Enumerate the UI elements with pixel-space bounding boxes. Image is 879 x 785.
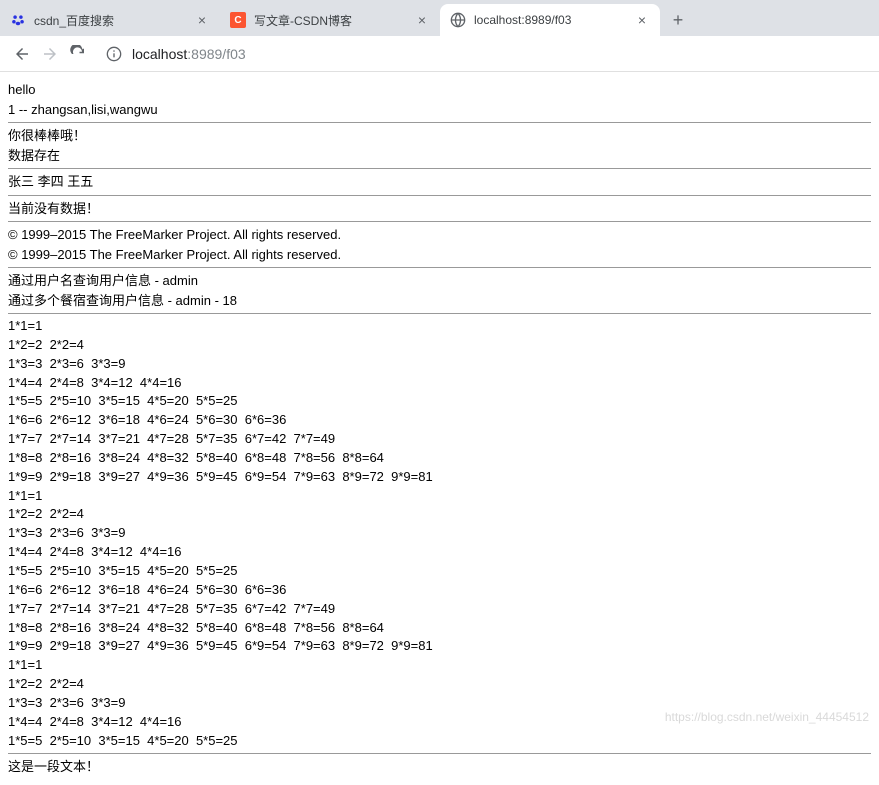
mult-row: 1*8=8 2*8=16 3*8=24 4*8=32 5*8=40 6*8=48… <box>8 449 871 468</box>
tab-baidu[interactable]: csdn_百度搜索 × <box>0 4 220 36</box>
mult-row: 1*6=6 2*6=12 3*6=18 4*6=24 5*6=30 6*6=36 <box>8 581 871 600</box>
reload-button[interactable] <box>64 40 92 68</box>
divider <box>8 195 871 196</box>
mult-row: 1*3=3 2*3=6 3*3=9 <box>8 355 871 374</box>
url-text: localhost:8989/f03 <box>132 46 246 62</box>
mult-row: 1*9=9 2*9=18 3*9=27 4*9=36 5*9=45 6*9=54… <box>8 637 871 656</box>
toolbar: localhost:8989/f03 <box>0 36 879 72</box>
mult-row: 1*8=8 2*8=16 3*8=24 4*8=32 5*8=40 6*8=48… <box>8 619 871 638</box>
text-query1: 通过用户名查询用户信息 - admin <box>8 271 871 291</box>
mult-row: 1*1=1 <box>8 656 871 675</box>
divider <box>8 313 871 314</box>
mult-row: 1*2=2 2*2=4 <box>8 675 871 694</box>
mult-row: 1*5=5 2*5=10 3*5=15 4*5=20 5*5=25 <box>8 392 871 411</box>
tab-title: localhost:8989/f03 <box>474 13 634 27</box>
mult-row: 1*7=7 2*7=14 3*7=21 4*7=28 5*7=35 6*7=42… <box>8 600 871 619</box>
mult-row: 1*6=6 2*6=12 3*6=18 4*6=24 5*6=30 6*6=36 <box>8 411 871 430</box>
mult-row: 1*2=2 2*2=4 <box>8 505 871 524</box>
close-icon[interactable]: × <box>194 12 210 28</box>
info-icon[interactable] <box>104 44 124 64</box>
forward-button[interactable] <box>36 40 64 68</box>
close-icon[interactable]: × <box>634 12 650 28</box>
mult-row: 1*3=3 2*3=6 3*3=9 <box>8 524 871 543</box>
divider <box>8 267 871 268</box>
text-no-data: 当前没有数据！ <box>8 199 871 219</box>
text-data-exist: 数据存在 <box>8 146 871 166</box>
mult-row: 1*5=5 2*5=10 3*5=15 4*5=20 5*5=25 <box>8 562 871 581</box>
divider <box>8 122 871 123</box>
tab-localhost[interactable]: localhost:8989/f03 × <box>440 4 660 36</box>
text-praise: 你很棒棒哦！ <box>8 126 871 146</box>
baidu-icon <box>10 12 26 28</box>
mult-row: 1*4=4 2*4=8 3*4=12 4*4=16 <box>8 374 871 393</box>
tab-title: csdn_百度搜索 <box>34 12 194 29</box>
divider <box>8 753 871 754</box>
mult-row: 1*1=1 <box>8 487 871 506</box>
divider <box>8 168 871 169</box>
divider <box>8 221 871 222</box>
mult-row: 1*4=4 2*4=8 3*4=12 4*4=16 <box>8 543 871 562</box>
close-icon[interactable]: × <box>414 12 430 28</box>
mult-row: 1*2=2 2*2=4 <box>8 336 871 355</box>
text-hello: hello <box>8 80 871 100</box>
text-query2: 通过多个餐宿查询用户信息 - admin - 18 <box>8 291 871 311</box>
address-bar[interactable]: localhost:8989/f03 <box>104 40 871 68</box>
csdn-icon: C <box>230 12 246 28</box>
mult-row: 1*5=5 2*5=10 3*5=15 4*5=20 5*5=25 <box>8 732 871 751</box>
globe-icon <box>450 12 466 28</box>
text-copyright1: © 1999–2015 The FreeMarker Project. All … <box>8 225 871 245</box>
multiplication-table: 1*1=11*2=2 2*2=41*3=3 2*3=6 3*3=91*4=4 2… <box>8 317 871 750</box>
watermark: https://blog.csdn.net/weixin_44454512 <box>665 710 869 724</box>
text-line1: 1 -- zhangsan,lisi,wangwu <box>8 100 871 120</box>
mult-row: 1*1=1 <box>8 317 871 336</box>
text-names: 张三 李四 王五 <box>8 172 871 192</box>
tab-title: 写文章-CSDN博客 <box>254 12 414 29</box>
tab-bar: csdn_百度搜索 × C 写文章-CSDN博客 × localhost:898… <box>0 0 879 36</box>
mult-row: 1*7=7 2*7=14 3*7=21 4*7=28 5*7=35 6*7=42… <box>8 430 871 449</box>
page-content: hello 1 -- zhangsan,lisi,wangwu 你很棒棒哦！ 数… <box>0 72 879 785</box>
text-copyright2: © 1999–2015 The FreeMarker Project. All … <box>8 245 871 265</box>
back-button[interactable] <box>8 40 36 68</box>
new-tab-button[interactable]: + <box>664 6 692 34</box>
url-host: localhost <box>132 46 187 62</box>
url-path: :8989/f03 <box>187 46 245 62</box>
text-footer: 这是一段文本！ <box>8 757 871 777</box>
mult-row: 1*9=9 2*9=18 3*9=27 4*9=36 5*9=45 6*9=54… <box>8 468 871 487</box>
tab-csdn[interactable]: C 写文章-CSDN博客 × <box>220 4 440 36</box>
